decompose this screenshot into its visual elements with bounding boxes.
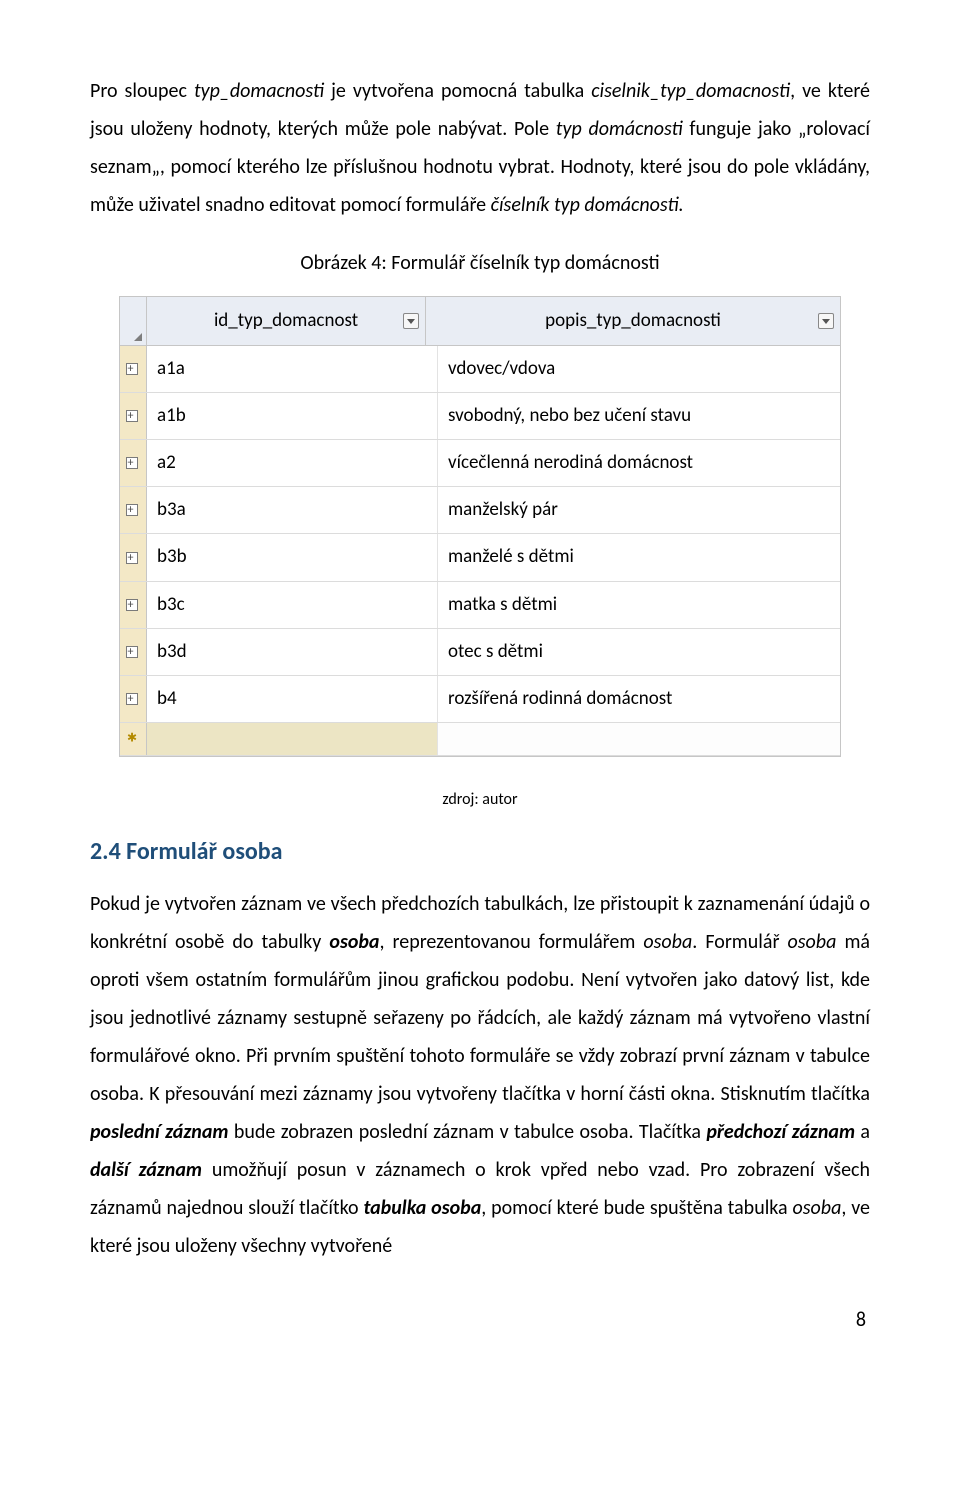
table-row[interactable]: b3a manželský pár (120, 487, 840, 534)
cell-id[interactable]: b3a (147, 487, 438, 533)
text: je vytvořena pomocná tabulka (324, 79, 591, 103)
column-header-label: id_typ_domacnost (214, 309, 358, 332)
table-row[interactable]: a1a vdovec/vdova (120, 346, 840, 393)
text-bolditalic: osoba (329, 930, 379, 954)
text-bolditalic: další záznam (90, 1158, 202, 1182)
text: a (855, 1120, 870, 1144)
table-row[interactable]: a2 vícečlenná nerodiná domácnost (120, 440, 840, 487)
dropdown-icon[interactable] (818, 313, 834, 329)
text-italic: osoba (643, 930, 692, 954)
text: , reprezentovanou formulářem (379, 930, 643, 954)
cell-popis-empty[interactable] (438, 723, 840, 755)
datasheet-table: id_typ_domacnost popis_typ_domacnosti a1… (119, 296, 841, 757)
cell-popis[interactable]: otec s dětmi (438, 629, 840, 675)
cell-popis[interactable]: manželský pár (438, 487, 840, 533)
expand-icon[interactable] (120, 676, 147, 722)
cell-popis[interactable]: matka s dětmi (438, 582, 840, 628)
expand-icon[interactable] (120, 629, 147, 675)
expand-icon[interactable] (120, 487, 147, 533)
table-header-row: id_typ_domacnost popis_typ_domacnosti (120, 297, 840, 346)
text: Pro sloupec (90, 79, 194, 103)
text: má oproti všem ostatním formulářům jinou… (90, 930, 870, 1106)
text-italic: typ domácnosti (556, 117, 683, 141)
cell-id[interactable]: b3c (147, 582, 438, 628)
table-row[interactable]: b3d otec s dětmi (120, 629, 840, 676)
text-italic: typ_domacnosti (194, 79, 324, 103)
table-row[interactable]: b3b manželé s dětmi (120, 534, 840, 581)
text: . Formulář (692, 930, 787, 954)
page-number: 8 (90, 1301, 870, 1339)
text: , pomocí které bude spuštěna tabulka (481, 1196, 792, 1220)
cell-id-empty[interactable] (147, 723, 438, 755)
table-row[interactable]: b3c matka s dětmi (120, 582, 840, 629)
text: bude zobrazen poslední záznam v tabulce … (228, 1120, 706, 1144)
cell-popis[interactable]: svobodný, nebo bez učení stavu (438, 393, 840, 439)
expand-icon[interactable] (120, 346, 147, 392)
intro-paragraph: Pro sloupec typ_domacnosti je vytvořena … (90, 72, 870, 224)
cell-id[interactable]: a1a (147, 346, 438, 392)
cell-id[interactable]: a2 (147, 440, 438, 486)
body-paragraph: Pokud je vytvořen záznam ve všech předch… (90, 885, 870, 1265)
text-italic: ciselnik_typ_domacnosti (591, 79, 790, 103)
figure-caption: Obrázek 4: Formulář číselník typ domácno… (90, 244, 870, 282)
table-row[interactable]: b4 rozšířená rodinná domácnost (120, 676, 840, 723)
cell-id[interactable]: a1b (147, 393, 438, 439)
dropdown-icon[interactable] (403, 313, 419, 329)
figure-source: zdroj: autor (90, 785, 870, 815)
new-record-icon[interactable] (120, 723, 147, 755)
section-heading: 2.4 Formulář osoba (90, 829, 870, 875)
text-italic: číselník typ domácnosti. (491, 193, 684, 217)
select-all-corner[interactable] (120, 297, 147, 345)
cell-id[interactable]: b3b (147, 534, 438, 580)
expand-icon[interactable] (120, 534, 147, 580)
column-header-label: popis_typ_domacnosti (545, 309, 721, 332)
cell-popis[interactable]: manželé s dětmi (438, 534, 840, 580)
expand-icon[interactable] (120, 393, 147, 439)
text-bolditalic: tabulka osoba (363, 1196, 481, 1220)
new-record-row[interactable] (120, 723, 840, 756)
cell-id[interactable]: b3d (147, 629, 438, 675)
cell-popis[interactable]: vícečlenná nerodiná domácnost (438, 440, 840, 486)
column-header-popis[interactable]: popis_typ_domacnosti (426, 297, 840, 345)
cell-id[interactable]: b4 (147, 676, 438, 722)
expand-icon[interactable] (120, 582, 147, 628)
text-italic: osoba (788, 930, 837, 954)
cell-popis[interactable]: vdovec/vdova (438, 346, 840, 392)
table-row[interactable]: a1b svobodný, nebo bez učení stavu (120, 393, 840, 440)
column-header-id[interactable]: id_typ_domacnost (147, 297, 426, 345)
text-italic: osoba (792, 1196, 841, 1220)
expand-icon[interactable] (120, 440, 147, 486)
text-bolditalic: poslední záznam (90, 1120, 228, 1144)
text-bolditalic: předchozí záznam (706, 1120, 855, 1144)
cell-popis[interactable]: rozšířená rodinná domácnost (438, 676, 840, 722)
